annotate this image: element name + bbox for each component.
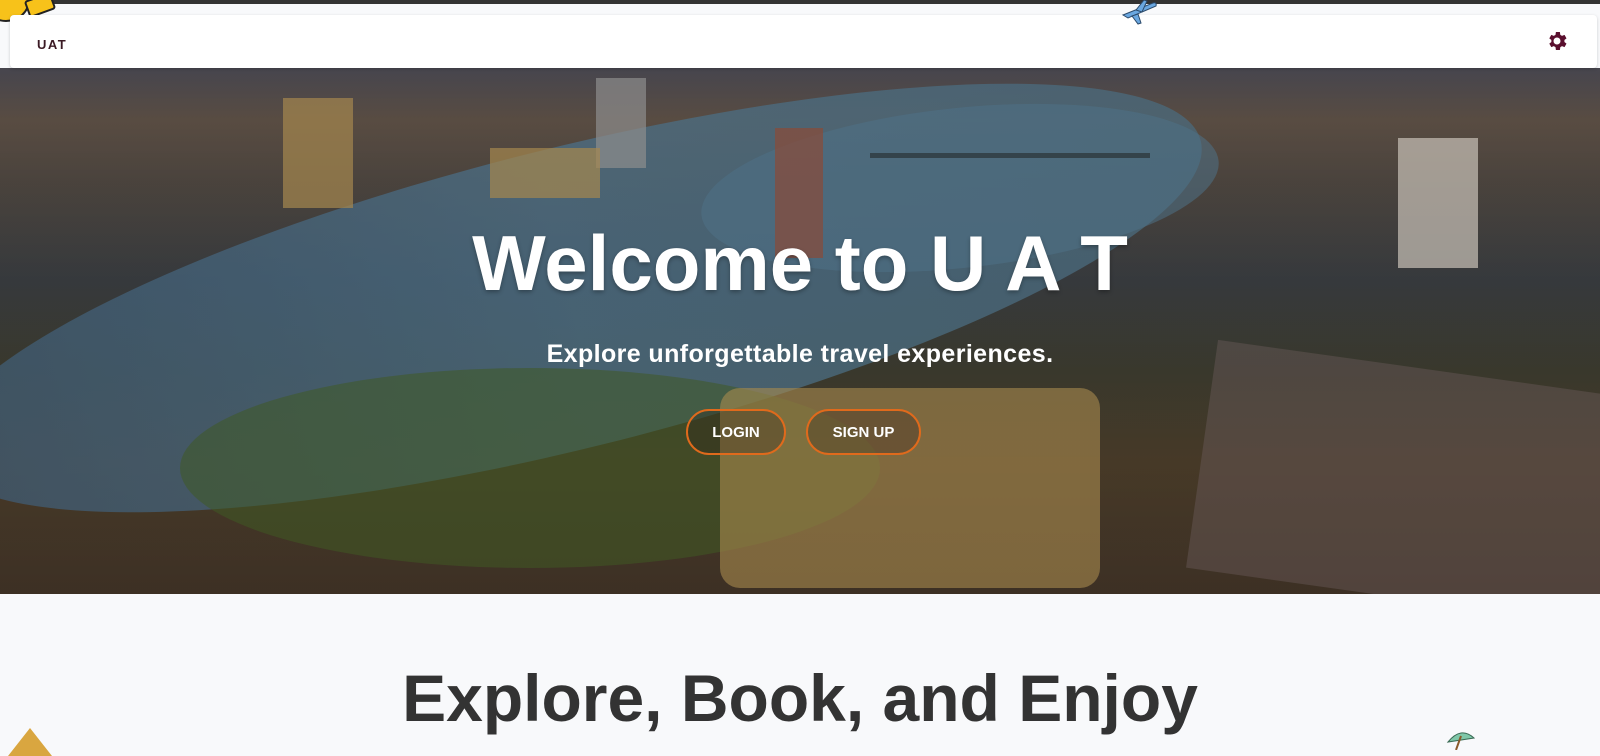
signup-button[interactable]: SIGN UP — [806, 409, 921, 455]
pyramid-icon — [8, 728, 52, 756]
brand-logo[interactable]: UAT — [37, 37, 67, 52]
hero-bridge — [870, 153, 1150, 158]
login-button[interactable]: LOGIN — [686, 409, 786, 455]
section-title: Explore, Book, and Enjoy — [402, 661, 1198, 735]
navbar: UAT — [10, 15, 1597, 68]
hero-parking — [1186, 339, 1600, 594]
hero-title: Welcome to U A T — [472, 219, 1128, 307]
hero-building — [596, 78, 646, 168]
hero-subtitle: Explore unforgettable travel experiences… — [546, 340, 1054, 368]
hero-banner: Welcome to U A T Explore unforgettable t… — [0, 68, 1600, 594]
top-strip — [0, 0, 1600, 4]
gear-icon[interactable] — [1545, 29, 1569, 53]
umbrella-icon — [1446, 732, 1476, 750]
hero-building — [283, 98, 353, 208]
plane-icon — [1121, 0, 1157, 25]
hero-building — [490, 148, 600, 198]
